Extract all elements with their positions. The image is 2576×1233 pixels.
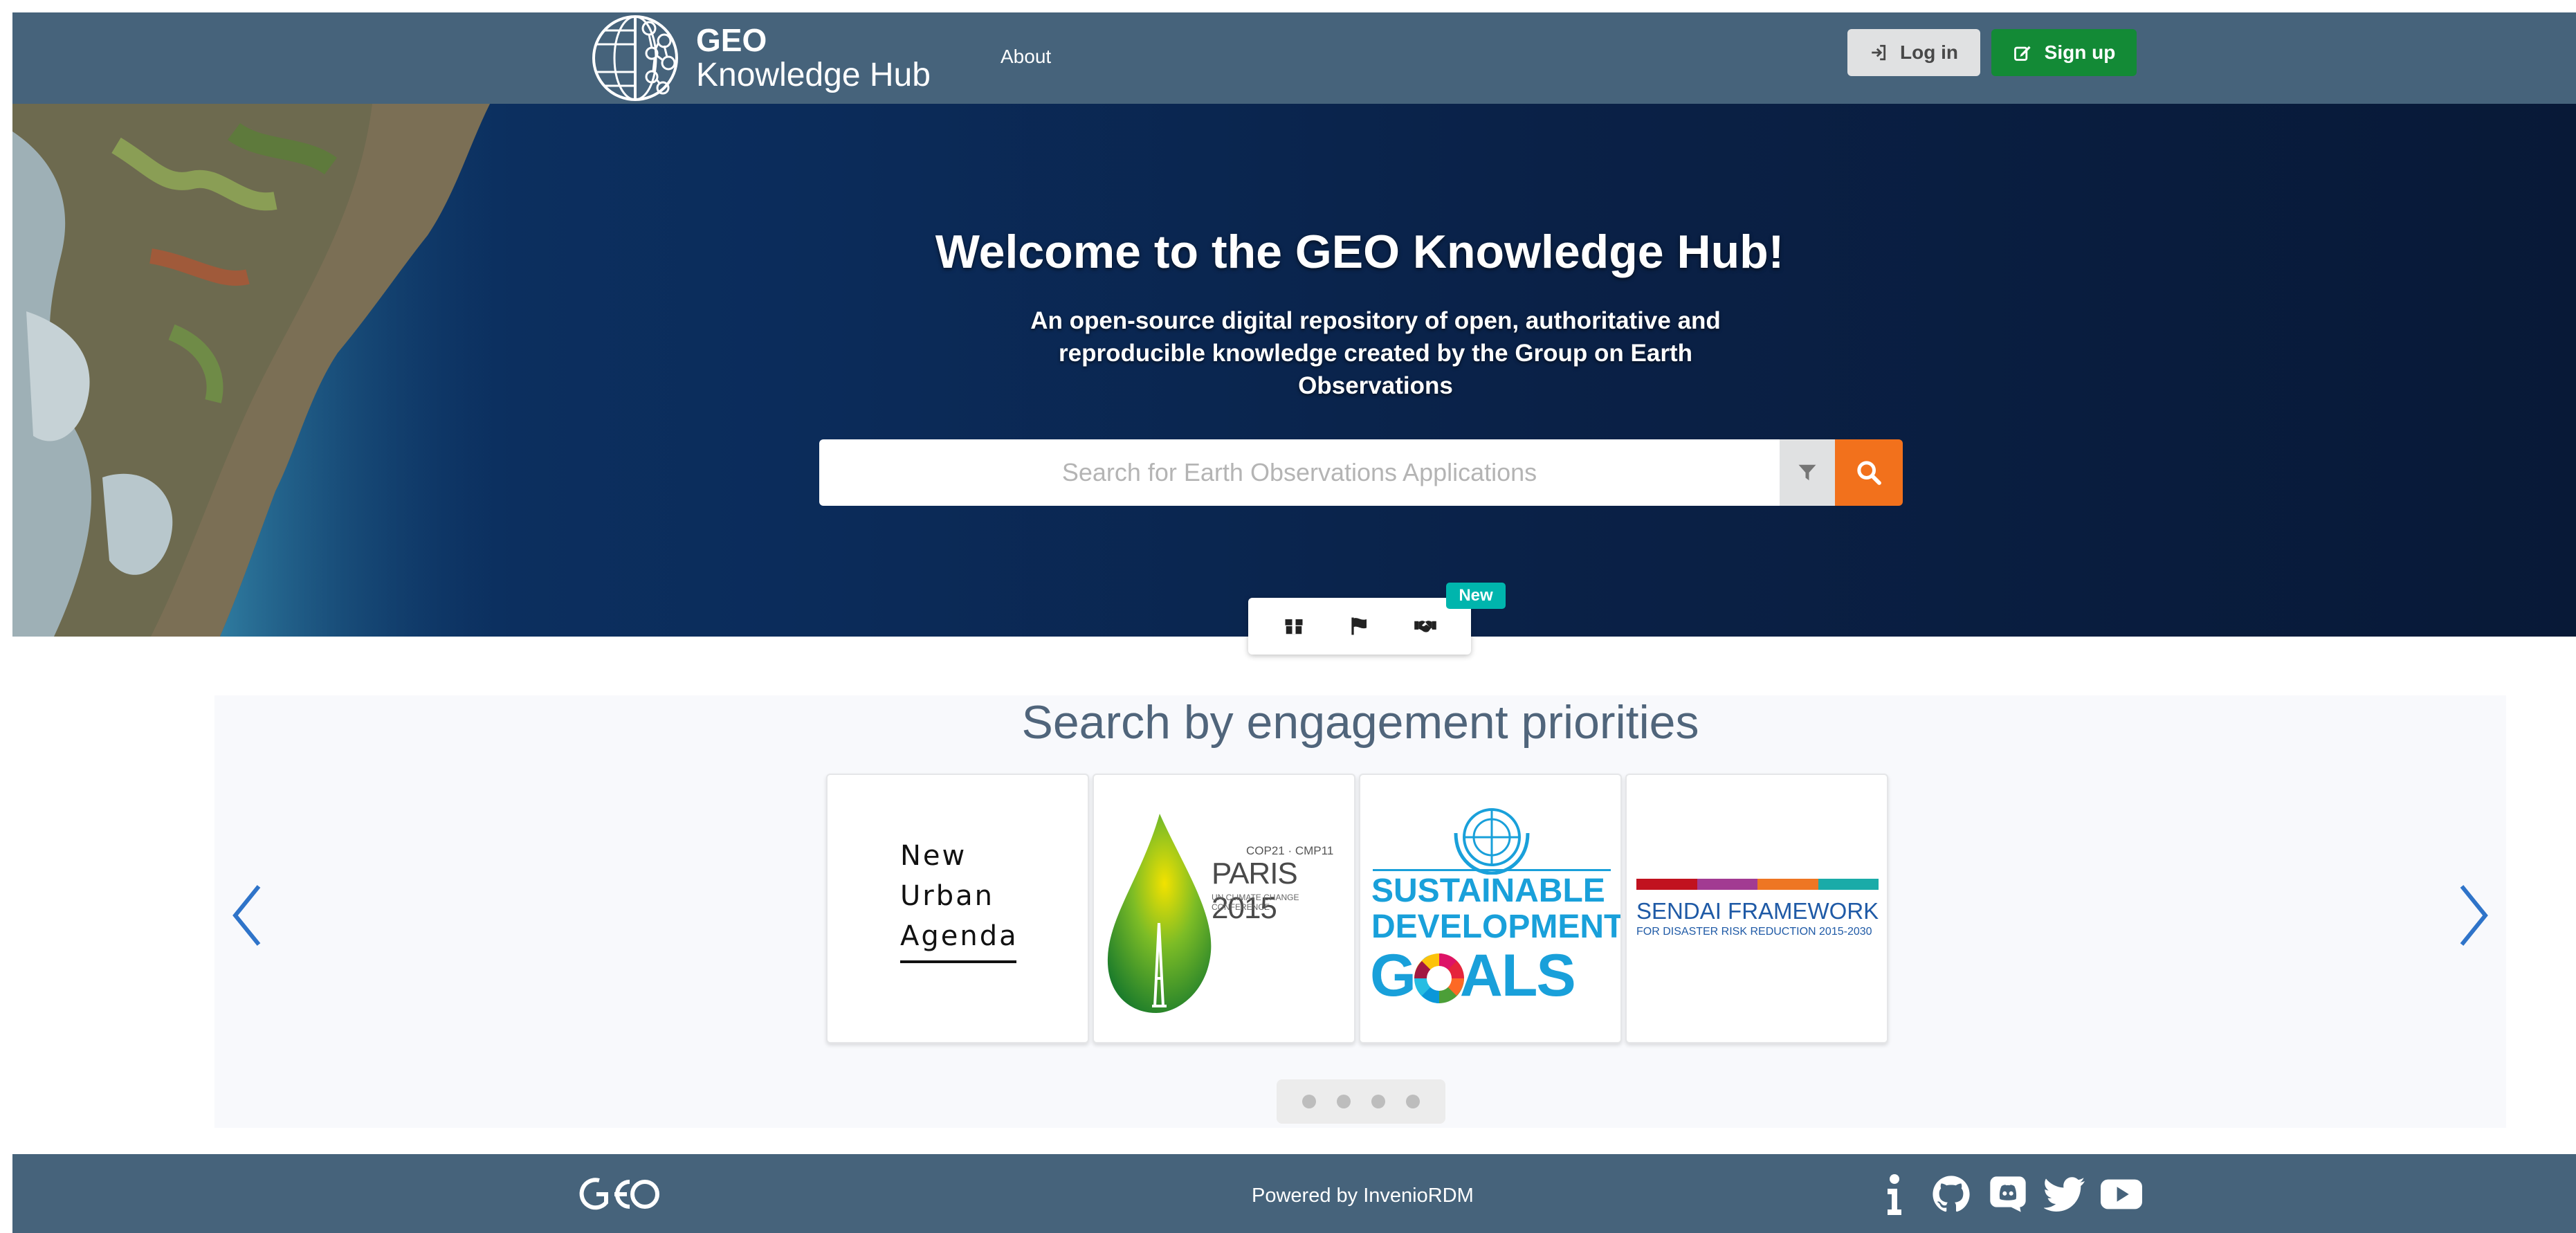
- paris-leaf-eiffel-icon: [1107, 814, 1212, 1013]
- sendai-title: SENDAI FRAMEWORK: [1636, 898, 1879, 924]
- sdg-text-sustainable: SUSTAINABLE: [1371, 873, 1605, 909]
- sdg-text-development: DEVELOPMENT: [1371, 908, 1622, 945]
- card-text-agenda: Agenda: [900, 920, 1018, 952]
- site-logo[interactable]: GEO Knowledge Hub: [580, 12, 931, 104]
- brain-globe-icon: [592, 15, 678, 101]
- signup-label: Sign up: [2044, 42, 2116, 63]
- sign-in-icon: [1872, 44, 1886, 61]
- engagement-title: Search by engagement priorities: [1021, 696, 1699, 749]
- paris-sub-label: UN CLIMATE CHANGE CONFERENCE: [1212, 893, 1299, 912]
- carousel-dot-1[interactable]: [1302, 1095, 1316, 1108]
- footer-geo-logo[interactable]: [578, 1175, 661, 1217]
- search-input[interactable]: [819, 439, 1780, 506]
- engagement-priorities-section: Search by engagement priorities New Urba…: [214, 695, 2506, 1128]
- card-sendai-framework[interactable]: SENDAI FRAMEWORK FOR DISASTER RISK REDUC…: [1625, 774, 1888, 1043]
- logo-text-knowledge-hub: Knowledge Hub: [696, 57, 931, 93]
- hero-title: Welcome to the GEO Knowledge Hub!: [935, 226, 1784, 278]
- card-new-urban-agenda[interactable]: New Urban Agenda: [826, 774, 1089, 1043]
- content-type-tabs: [1248, 598, 1471, 655]
- invenio-rdm-link[interactable]: InvenioRDM: [1363, 1185, 1474, 1207]
- flag-icon[interactable]: [1339, 605, 1380, 647]
- hero-banner: Welcome to the GEO Knowledge Hub! An ope…: [12, 104, 2576, 637]
- filter-button[interactable]: [1780, 439, 1835, 506]
- carousel-dots: [1277, 1079, 1445, 1124]
- carousel-dot-3[interactable]: [1371, 1095, 1385, 1108]
- carousel-dot-4[interactable]: [1406, 1095, 1420, 1108]
- carousel-prev-icon[interactable]: [227, 881, 266, 950]
- twitter-icon[interactable]: [2044, 1173, 2085, 1215]
- edit-icon: [2013, 46, 2031, 61]
- sdg-color-wheel-icon: [1414, 953, 1464, 1003]
- sdg-divider: [1373, 869, 1611, 871]
- info-icon[interactable]: [1874, 1173, 1915, 1215]
- hero-subtitle: An open-source digital repository of ope…: [1030, 307, 1721, 399]
- card-paris-2015[interactable]: COP21 · CMP11 PARIS 2015 UN CLIMATE CHAN…: [1093, 774, 1355, 1043]
- search-bar: [819, 439, 1903, 506]
- sendai-subtitle: FOR DISASTER RISK REDUCTION 2015-2030: [1636, 926, 1872, 938]
- login-button[interactable]: Log in: [1847, 29, 1980, 76]
- carousel-next-icon[interactable]: [2455, 881, 2494, 950]
- new-badge: New: [1446, 583, 1506, 609]
- footer: Powered by InvenioRDM: [12, 1154, 2576, 1233]
- top-navbar: GEO Knowledge Hub About Log in Sign up: [12, 12, 2576, 104]
- underline-divider: [900, 960, 1016, 963]
- logo-text-geo: GEO: [696, 22, 767, 58]
- paris-2015-label: PARIS 2015: [1212, 857, 1298, 925]
- satellite-coastline-image: [12, 104, 511, 637]
- github-icon[interactable]: [1930, 1173, 1972, 1215]
- carousel-dot-2[interactable]: [1337, 1095, 1351, 1108]
- card-text-new: New: [900, 840, 967, 872]
- youtube-icon[interactable]: [2101, 1173, 2142, 1215]
- handshake-icon[interactable]: [1405, 605, 1446, 647]
- sdg-text-goals: GOALS: [1370, 942, 1576, 1009]
- card-text-urban: Urban: [900, 880, 994, 912]
- social-links: [1874, 1173, 2142, 1215]
- paris-cop-label: COP21 · CMP11: [1246, 844, 1334, 857]
- package-icon[interactable]: [1273, 605, 1315, 647]
- sendai-color-bar: [1636, 879, 1879, 890]
- card-sustainable-development-goals[interactable]: SUSTAINABLE DEVELOPMENT GOALS: [1359, 774, 1622, 1043]
- login-label: Log in: [1900, 42, 1958, 63]
- signup-button[interactable]: Sign up: [1991, 29, 2137, 76]
- discord-icon[interactable]: [1987, 1173, 2029, 1215]
- nav-about-link[interactable]: About: [1001, 46, 1051, 68]
- un-emblem-icon: [1454, 808, 1530, 875]
- search-icon: [1857, 461, 1881, 485]
- powered-by-text: Powered by InvenioRDM: [1252, 1185, 1474, 1207]
- powered-by-prefix: Powered by: [1252, 1185, 1358, 1207]
- filter-icon: [1798, 464, 1816, 481]
- search-button[interactable]: [1835, 439, 1903, 506]
